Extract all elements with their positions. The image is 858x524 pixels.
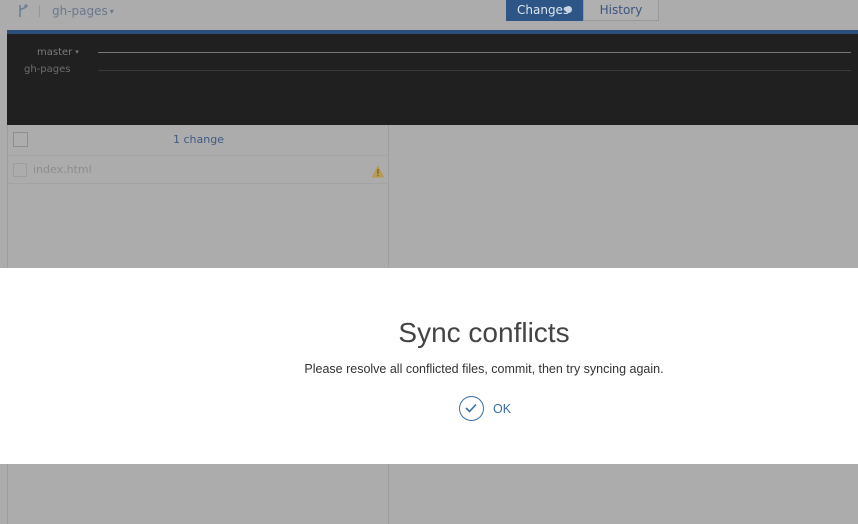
- branch-graph: [7, 34, 858, 125]
- warning-icon: [371, 163, 385, 178]
- dialog-message: Please resolve all conflicted files, com…: [304, 362, 664, 376]
- changes-header: 1 change: [8, 125, 389, 156]
- changes-indicator-dot: [565, 6, 572, 13]
- file-name: index.html: [33, 163, 92, 176]
- git-branch-icon[interactable]: [16, 3, 30, 19]
- topbar-divider: [39, 5, 40, 17]
- tab-changes[interactable]: Changes: [506, 0, 583, 21]
- tab-changes-label: Changes: [517, 3, 570, 17]
- tab-history[interactable]: History: [583, 0, 659, 21]
- app-window: gh-pages ▾ Changes History master ▾ gh-pag…: [0, 0, 858, 524]
- chevron-down-icon: ▾: [109, 7, 114, 16]
- chevron-down-icon: ▾: [75, 48, 79, 56]
- ok-button[interactable]: OK: [459, 396, 519, 423]
- graph-branch-gh-pages[interactable]: gh-pages: [24, 64, 70, 76]
- graph-line-master: [98, 52, 851, 53]
- tab-history-label: History: [599, 3, 643, 17]
- file-checkbox[interactable]: [13, 163, 27, 177]
- top-bar: gh-pages ▾ Changes History: [0, 0, 858, 30]
- file-list-item[interactable]: index.html: [8, 156, 389, 184]
- graph-branch-master-label: master: [37, 47, 73, 58]
- branch-selector[interactable]: gh-pages ▾: [52, 3, 114, 20]
- changes-count: 1 change: [173, 133, 224, 146]
- checkmark-circle-icon: [459, 396, 484, 421]
- graph-line-gh-pages: [98, 70, 851, 71]
- sync-conflicts-dialog: Sync conflicts Please resolve all confli…: [0, 268, 858, 464]
- graph-branch-master[interactable]: master ▾: [37, 46, 79, 59]
- dialog-title: Sync conflicts: [398, 317, 570, 348]
- branch-name-label: gh-pages: [52, 4, 108, 18]
- ok-button-label: OK: [493, 402, 512, 416]
